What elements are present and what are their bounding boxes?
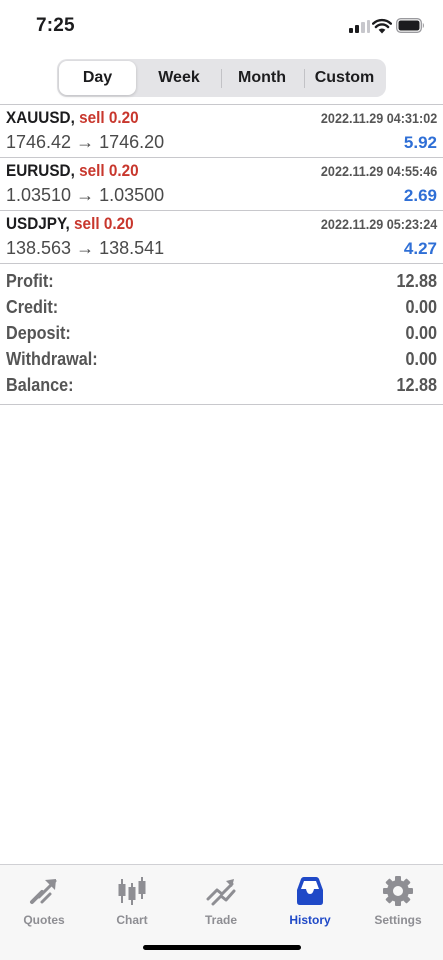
summary-value: 0.00 xyxy=(405,297,437,317)
summary-label: Withdrawal: xyxy=(6,349,98,369)
tab-label: Trade xyxy=(204,913,237,927)
deal-side-volume: sell 0.20 xyxy=(79,161,139,180)
deal-header: EURUSD, sell 0.20 xyxy=(6,161,139,181)
deal-time: 2022.11.29 05:23:24 xyxy=(320,216,437,232)
tab-day[interactable]: Day xyxy=(59,61,136,95)
summary-row-deposit: Deposit: 0.00 xyxy=(0,322,443,348)
summary-row-credit: Credit: 0.00 xyxy=(0,296,443,322)
cellular-signal-icon xyxy=(349,20,371,33)
deal-symbol: XAUUSD, xyxy=(6,108,75,127)
summary-label: Balance: xyxy=(6,375,74,395)
summary-label: Profit: xyxy=(6,271,54,291)
gear-icon xyxy=(383,876,413,906)
tab-settings[interactable]: Settings xyxy=(354,871,442,929)
deal-profit: 5.92 xyxy=(403,133,437,152)
summary-row-withdrawal: Withdrawal: 0.00 xyxy=(0,348,443,374)
tab-history[interactable]: History xyxy=(266,871,354,929)
deal-symbol: EURUSD, xyxy=(6,161,75,180)
tab-custom[interactable]: Custom xyxy=(305,61,384,95)
account-summary: Profit: 12.88 Credit: 0.00 Deposit: 0.00… xyxy=(0,270,443,405)
tab-month[interactable]: Month xyxy=(222,61,302,95)
summary-value: 0.00 xyxy=(405,349,437,369)
deal-time: 2022.11.29 04:55:46 xyxy=(320,163,437,179)
status-bar: 7:25 xyxy=(0,0,443,52)
tab-week[interactable]: Week xyxy=(139,61,219,95)
period-segmented-control: Day Week Month Custom xyxy=(57,59,386,97)
home-indicator xyxy=(143,945,301,950)
deal-symbol: USDJPY, xyxy=(6,214,70,233)
deal-side-volume: sell 0.20 xyxy=(74,214,134,233)
deal-profit: 2.69 xyxy=(403,186,437,205)
deal-prices: 1.03510 → 1.03500 xyxy=(6,185,165,205)
deal-header: USDJPY, sell 0.20 xyxy=(6,214,134,234)
deal-prices: 1746.42 → 1746.20 xyxy=(6,132,165,152)
deal-row[interactable]: EURUSD, sell 0.20 2022.11.29 04:55:46 1.… xyxy=(0,158,443,211)
deal-header: XAUUSD, sell 0.20 xyxy=(6,108,139,128)
tab-label: Quotes xyxy=(23,913,65,927)
summary-value: 0.00 xyxy=(405,323,437,343)
deal-row[interactable]: XAUUSD, sell 0.20 2022.11.29 04:31:02 17… xyxy=(0,105,443,158)
deal-row[interactable]: USDJPY, sell 0.20 2022.11.29 05:23:24 13… xyxy=(0,211,443,264)
tab-label: Chart xyxy=(116,913,148,927)
tab-label: Settings xyxy=(374,913,422,927)
summary-row-profit: Profit: 12.88 xyxy=(0,270,443,296)
trade-icon xyxy=(206,879,236,906)
tab-trade[interactable]: Trade xyxy=(177,871,265,929)
status-time: 7:25 xyxy=(36,15,75,36)
tab-label: History xyxy=(289,913,331,927)
summary-value: 12.88 xyxy=(396,271,437,291)
tab-quotes[interactable]: Quotes xyxy=(0,871,88,929)
summary-value: 12.88 xyxy=(396,375,437,395)
deal-time: 2022.11.29 04:31:02 xyxy=(320,110,437,126)
deal-side-volume: sell 0.20 xyxy=(79,108,139,127)
summary-label: Deposit: xyxy=(6,323,71,343)
battery-icon xyxy=(396,18,424,33)
deal-profit: 4.27 xyxy=(403,239,437,258)
deal-list: XAUUSD, sell 0.20 2022.11.29 04:31:02 17… xyxy=(0,105,443,264)
quotes-icon xyxy=(30,879,57,904)
candlestick-chart-icon xyxy=(118,877,146,905)
deal-prices: 138.563 → 138.541 xyxy=(6,238,165,258)
wifi-icon xyxy=(372,18,392,34)
summary-row-balance: Balance: 12.88 xyxy=(0,374,443,400)
summary-label: Credit: xyxy=(6,297,59,317)
tab-chart[interactable]: Chart xyxy=(88,871,176,929)
inbox-tray-icon xyxy=(297,877,323,905)
